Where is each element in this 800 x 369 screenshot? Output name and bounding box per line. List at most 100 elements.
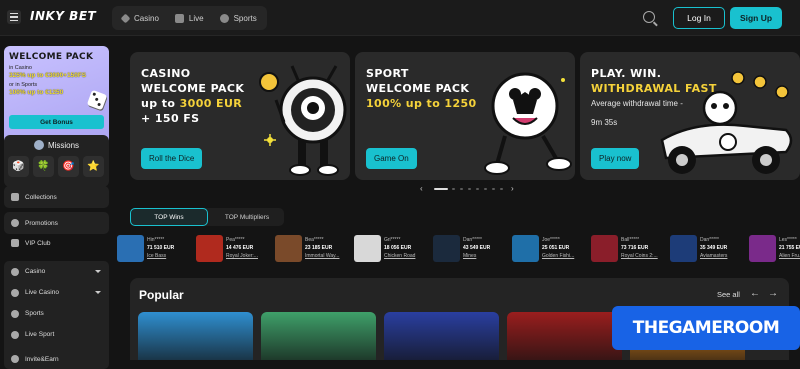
arrow-left-icon[interactable]: ← [750, 288, 760, 299]
watermark-logo: THEGAMEROOM [612, 306, 800, 350]
win-game-link[interactable]: Alien Fru... [779, 253, 800, 259]
banner-casino[interactable]: CASINO WELCOME PACK up to 3000 EUR + 150… [130, 52, 350, 180]
carousel-dot[interactable] [452, 188, 455, 190]
game-card[interactable] [261, 312, 376, 360]
win-game-link[interactable]: Chicken Road [384, 253, 415, 259]
win-amount: 23 185 EUR [305, 245, 333, 251]
sidebar-item-live-sport[interactable]: Live Sport [4, 324, 109, 345]
search-icon[interactable] [643, 11, 655, 23]
nav-casino-label: Casino [134, 13, 159, 23]
menu-icon[interactable] [7, 10, 21, 24]
sidebar-item-sports[interactable]: Sports [4, 303, 109, 324]
game-thumbnail[interactable] [433, 234, 460, 262]
win-game-link[interactable]: Golden Fishi... [542, 253, 574, 259]
sidebar-item-collections[interactable]: Collections [4, 186, 109, 208]
game-thumbnail[interactable] [591, 234, 618, 262]
chevron-left-icon[interactable]: ‹ [420, 185, 423, 193]
game-thumbnail[interactable] [670, 234, 697, 262]
roll-the-dice-button[interactable]: Roll the Dice [141, 148, 203, 169]
mission-badge[interactable]: 🎯 [58, 156, 79, 177]
game-on-button[interactable]: Game On [366, 148, 417, 169]
win-text: Ball***** 73 716 EUR Royal Coins 2:... [621, 237, 658, 259]
win-item[interactable]: Les***** 21 755 EUR Alien Fru... [749, 232, 800, 264]
carousel-dot[interactable] [500, 188, 503, 190]
arrow-right-icon[interactable]: → [768, 288, 778, 299]
missions-header: Missions [4, 140, 109, 150]
sidebar-item-vip-club[interactable]: VIP Club [4, 232, 109, 254]
win-user: Joe***** [542, 237, 560, 243]
game-card[interactable] [507, 312, 622, 360]
promotions-icon [11, 219, 19, 227]
mission-badge[interactable]: 🍀 [33, 156, 54, 177]
nav-casino[interactable]: Casino [120, 13, 159, 23]
carousel-dot[interactable] [476, 188, 479, 190]
win-game-link[interactable]: Immortal Way... [305, 253, 339, 259]
mission-badge[interactable]: ⭐ [83, 156, 104, 177]
tab-top-wins[interactable]: TOP Wins [130, 208, 208, 226]
carousel-dot[interactable] [492, 188, 495, 190]
carousel-dot[interactable] [468, 188, 471, 190]
banner-line: SPORT [366, 67, 409, 80]
sidebar-item-casino[interactable]: Casino [4, 261, 109, 282]
sidebar-item-live-casino[interactable]: Live Casino [4, 282, 109, 303]
casino-icon [11, 267, 19, 276]
game-thumbnail[interactable] [196, 234, 223, 262]
game-card[interactable] [384, 312, 499, 360]
sidebar-item-label: Live Casino [25, 289, 59, 296]
game-thumbnail[interactable] [275, 234, 302, 262]
win-game-link[interactable]: Royal Coins 2:... [621, 253, 658, 259]
nav-sports[interactable]: Sports [219, 13, 257, 23]
banner-line: CASINO [141, 67, 191, 80]
win-amount: 35 349 EUR [700, 245, 728, 251]
game-card[interactable] [138, 312, 253, 360]
nav-live-label: Live [188, 13, 204, 23]
banner-line: + 150 FS [141, 112, 200, 125]
carousel-dot[interactable] [434, 188, 448, 190]
game-thumbnail[interactable] [512, 234, 539, 262]
chevron-down-icon[interactable] [95, 270, 101, 273]
login-button[interactable]: Log In [673, 7, 725, 29]
welcome-casino-offer: 325% up to €3000+150FS [9, 72, 87, 79]
welcome-sports-label: or in Sports [9, 82, 38, 88]
win-amount: 25 051 EUR [542, 245, 570, 251]
carousel-dot[interactable] [484, 188, 487, 190]
signup-button[interactable]: Sign Up [730, 7, 782, 29]
get-bonus-button[interactable]: Get Bonus [9, 115, 104, 129]
banner-sport-title: SPORT WELCOME PACK 100% up to 1250 [366, 66, 477, 111]
chevron-right-icon[interactable]: › [511, 185, 514, 193]
sidebar-item-label: Sports [25, 310, 44, 317]
win-amount: 43 549 EUR [463, 245, 491, 251]
sidebar-item-promotions[interactable]: Promotions [4, 212, 109, 234]
banner-sport[interactable]: SPORT WELCOME PACK 100% up to 1250 Game … [355, 52, 575, 180]
sidebar-item-invite[interactable]: Invite&Earn [4, 349, 109, 369]
missions-panel[interactable]: Missions 🎲 🍀 🎯 ⭐ [4, 135, 109, 187]
game-thumbnail[interactable] [749, 234, 776, 262]
win-game-link[interactable]: Aviamasters [700, 253, 727, 259]
win-game-link[interactable]: Ice Bass [147, 253, 174, 259]
game-thumbnail[interactable] [117, 234, 144, 262]
game-thumbnail[interactable] [354, 234, 381, 262]
win-user: Gri***** [384, 237, 401, 243]
carousel-dot[interactable] [460, 188, 463, 190]
win-user: Les***** [779, 237, 797, 243]
live-icon [174, 13, 184, 23]
win-game-link[interactable]: Mines [463, 253, 490, 259]
win-game-link[interactable]: Royal Joker:... [226, 253, 258, 259]
welcome-title: WELCOME PACK [9, 52, 94, 62]
banner-casino-title: CASINO WELCOME PACK up to 3000 EUR + 150… [141, 66, 244, 126]
sidebar: WELCOME PACK in Casino 325% up to €3000+… [0, 36, 116, 369]
banner-highlight: 3000 EUR [179, 97, 243, 110]
win-amount: 73 716 EUR [621, 245, 649, 251]
logo[interactable]: INKY BET [30, 9, 96, 23]
play-now-button[interactable]: Play now [591, 148, 640, 169]
banner-withdrawal[interactable]: PLAY. WIN. WITHDRAWAL FAST Average withd… [580, 52, 800, 180]
nav-live[interactable]: Live [174, 13, 204, 23]
see-all-link[interactable]: See all [717, 290, 740, 299]
mission-badge[interactable]: 🎲 [8, 156, 29, 177]
win-user: Dan***** [463, 237, 482, 243]
top-bar: INKY BET Casino Live Sports Log In Sign … [0, 0, 800, 36]
chevron-down-icon[interactable] [95, 291, 101, 294]
tab-top-multipliers[interactable]: TOP Multipliers [210, 208, 284, 226]
sports-icon [11, 309, 19, 318]
welcome-sports-offer: 100% up to €1250 [9, 89, 64, 96]
